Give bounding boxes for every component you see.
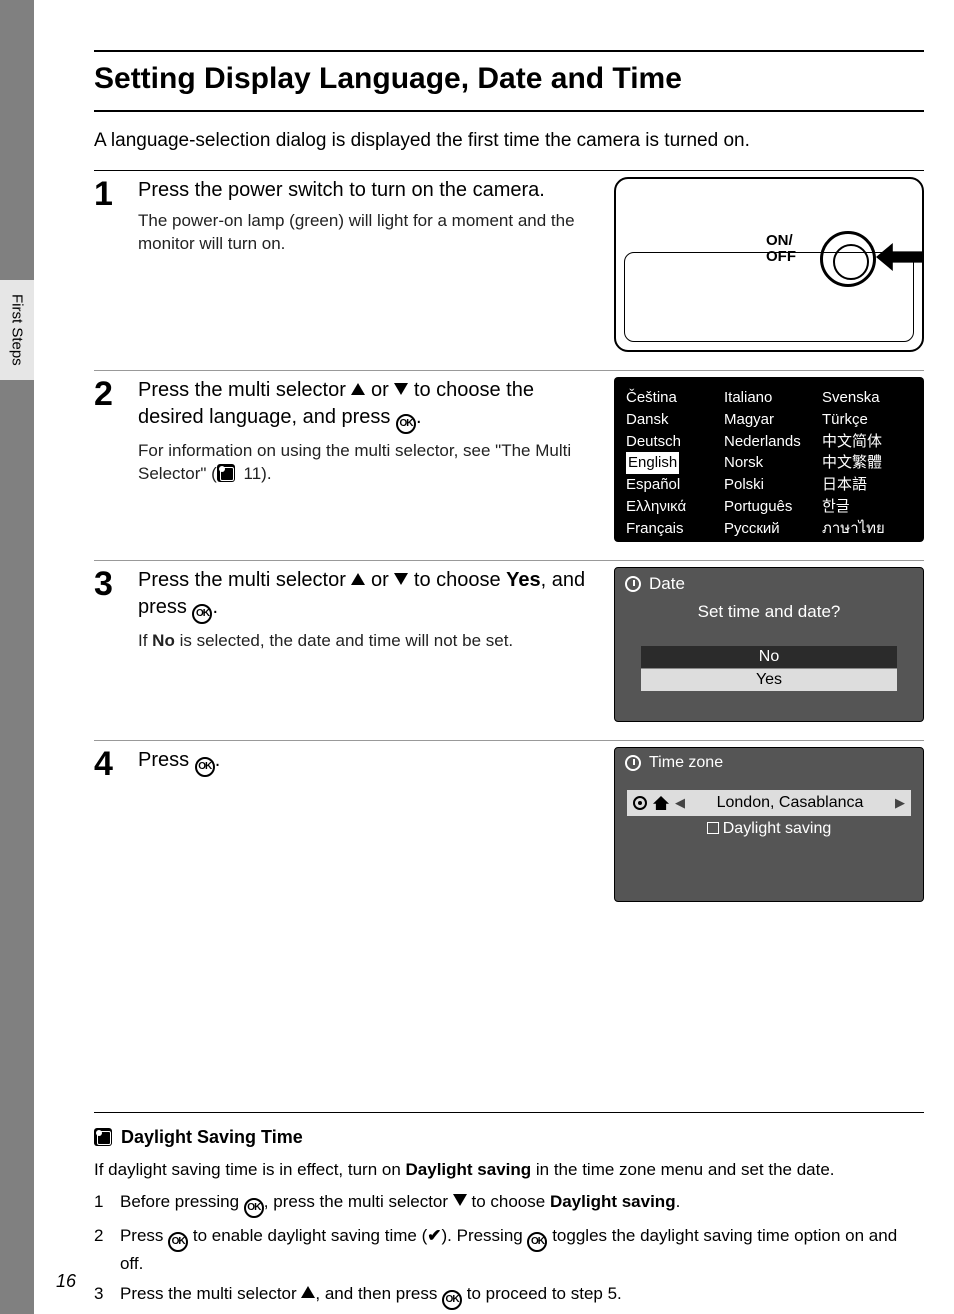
lang-option: Magyar [724,409,814,431]
selected-dot-icon [633,796,647,810]
reference-icon [217,464,235,482]
home-icon [653,796,669,810]
lang-option: 日本語 [822,474,912,496]
step-desc: If No is selected, the date and time wil… [138,630,604,653]
page-title: Setting Display Language, Date and Time [94,50,924,112]
down-triangle-icon [394,573,408,585]
manual-page: Setting Display Language, Date and Time … [34,0,954,1314]
step-number: 4 [94,747,138,781]
clock-icon [625,576,641,592]
note-list-item: 1 Before pressing OK, press the multi se… [94,1190,924,1218]
daylight-saving-note: Daylight Saving Time If daylight saving … [94,1112,924,1310]
lang-option: Svenska [822,387,912,409]
language-screen: Čeština Dansk Deutsch English Español Ελ… [614,377,924,542]
lang-option: Ελληνικά [626,496,716,518]
up-triangle-icon [351,383,365,395]
lang-option: Polski [724,474,814,496]
lang-option: 中文简体 [822,431,912,453]
ok-button-icon: OK [527,1232,547,1252]
step-number: 2 [94,377,138,411]
page-number: 16 [56,1271,76,1292]
step-desc: The power-on lamp (green) will light for… [138,210,604,256]
tz-location-row: ◀ London, Casablanca ▶ [627,790,911,816]
power-dial-icon [820,231,876,287]
step-2: 2 Press the multi selector or to choose … [94,370,924,552]
side-tab-label: First Steps [0,280,34,380]
tz-dst-row: Daylight saving [615,816,923,842]
step-number: 3 [94,567,138,601]
lang-option: Русский [724,518,814,540]
clock-icon [625,755,641,771]
note-title: Daylight Saving Time [94,1127,924,1148]
lang-option: Türkçe [822,409,912,431]
option-no: No [641,646,897,668]
ok-button-icon: OK [442,1290,462,1310]
lang-option: Deutsch [626,431,716,453]
step-1: 1 Press the power switch to turn on the … [94,170,924,362]
ok-button-icon: OK [195,757,215,777]
lang-option: Português [724,496,814,518]
timezone-screen: Time zone ◀ London, Casablanca ▶ Dayligh… [614,747,924,902]
step-4: 4 Press OK. Time zone ◀ London, Casablan… [94,740,924,912]
checkbox-icon [707,822,719,834]
up-triangle-icon [351,573,365,585]
down-triangle-icon [394,383,408,395]
step-desc: For information on using the multi selec… [138,440,604,486]
lang-option: Français [626,518,716,540]
down-triangle-icon [453,1194,467,1206]
step-heading: Press the multi selector or to choose th… [138,377,604,434]
ok-button-icon: OK [168,1232,188,1252]
lang-option: Español [626,474,716,496]
date-screen: Date Set time and date? No Yes [614,567,924,722]
step-heading: Press the multi selector or to choose Ye… [138,567,604,624]
lang-option: Suomi [724,539,814,561]
lang-option-selected: English [626,452,716,474]
step-3: 3 Press the multi selector or to choose … [94,560,924,732]
lang-option: ภาษาไทย [822,518,912,540]
lang-option: 中文繁體 [822,452,912,474]
lang-option: Nederlands [724,431,814,453]
step-heading: Press the power switch to turn on the ca… [138,177,604,204]
lang-option: Dansk [626,409,716,431]
ok-button-icon: OK [244,1198,264,1218]
ok-button-icon: OK [396,414,416,434]
lang-option: Italiano [724,387,814,409]
note-icon [94,1128,112,1146]
option-yes: Yes [641,668,897,691]
note-paragraph: If daylight saving time is in effect, tu… [94,1158,924,1182]
checkmark-icon: ✔ [427,1224,441,1248]
lang-option: Čeština [626,387,716,409]
lang-option: Norsk [724,452,814,474]
step-heading: Press OK. [138,747,604,777]
note-list-item: 2 Press OK to enable daylight saving tim… [94,1224,924,1276]
lang-option: 한글 [822,496,912,518]
ok-button-icon: OK [192,604,212,624]
lang-option: Indonesia [626,539,716,561]
intro-text: A language-selection dialog is displayed… [94,130,924,152]
step-number: 1 [94,177,138,211]
onoff-label: ON/OFF [766,233,796,265]
screen-question: Set time and date? [615,600,923,646]
camera-illustration: ON/OFF [614,177,924,352]
up-triangle-icon [301,1286,315,1298]
note-list-item: 3 Press the multi selector , and then pr… [94,1282,924,1310]
